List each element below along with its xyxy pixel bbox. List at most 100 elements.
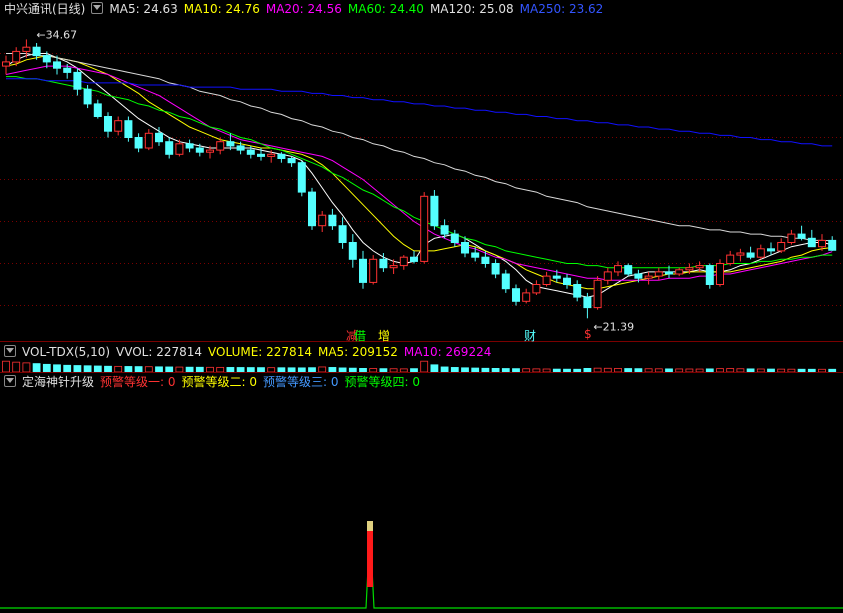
signal-bar bbox=[367, 531, 373, 587]
volume-bar bbox=[53, 364, 61, 372]
candle-body bbox=[297, 162, 306, 193]
ma120-label: MA120: 25.08 bbox=[429, 2, 514, 16]
ma20-label: MA20: 24.56 bbox=[265, 2, 342, 16]
candle-body bbox=[53, 61, 61, 69]
marker-dollar[interactable]: $ bbox=[584, 327, 592, 341]
candle-body bbox=[83, 88, 92, 105]
candle-body bbox=[573, 284, 582, 298]
candle-body bbox=[134, 137, 143, 149]
indicator-title: 定海神针升级 bbox=[22, 375, 95, 389]
candle-body bbox=[501, 273, 510, 290]
candle-body bbox=[195, 147, 204, 153]
panel-divider bbox=[0, 341, 843, 342]
volume-bar bbox=[42, 363, 51, 372]
candle-body bbox=[603, 271, 612, 281]
candle-body bbox=[359, 258, 367, 283]
main-legend: 中兴通讯(日线) MA5: 24.63 MA10: 24.76 MA20: 24.56… bbox=[4, 1, 609, 17]
candle-body bbox=[236, 145, 245, 151]
candle-body bbox=[389, 265, 398, 269]
candle-body bbox=[124, 120, 133, 138]
candle-body bbox=[165, 141, 174, 155]
candle-body bbox=[226, 141, 235, 147]
candle-body bbox=[257, 153, 265, 157]
indicator-legend: 定海神针升级 预警等级一: 0 预警等级二: 0 预警等级三: 0 预警等级四: 0 bbox=[4, 374, 426, 390]
candle-body bbox=[63, 67, 72, 73]
candle-body bbox=[818, 239, 826, 248]
candle-body bbox=[563, 277, 571, 286]
candle-body bbox=[807, 237, 816, 248]
candle-body bbox=[32, 46, 41, 57]
marker-jie[interactable]: 借 bbox=[354, 327, 366, 344]
candle-body bbox=[338, 225, 347, 243]
ma-line-ma5 bbox=[5, 53, 833, 298]
candle-body bbox=[308, 191, 316, 227]
candle-body bbox=[756, 248, 765, 258]
panel-divider bbox=[0, 372, 843, 373]
vvol-label: VVOL: 227814 bbox=[116, 345, 203, 359]
marker-zeng[interactable]: 增 bbox=[378, 327, 390, 344]
candle-body bbox=[522, 292, 531, 302]
candle-body bbox=[430, 195, 439, 227]
candle-body bbox=[185, 143, 194, 149]
candle-body bbox=[644, 275, 653, 279]
volume-bar bbox=[32, 363, 41, 372]
dropdown-icon[interactable] bbox=[4, 375, 16, 387]
signal-line bbox=[0, 528, 843, 609]
ma-line-ma120 bbox=[6, 53, 833, 242]
candle-body bbox=[542, 275, 551, 286]
candle-body bbox=[246, 149, 255, 155]
candle-body bbox=[532, 284, 541, 294]
candle-body bbox=[114, 120, 123, 132]
stock-name: 中兴通讯(日线) bbox=[4, 2, 86, 16]
candle-body bbox=[287, 158, 296, 164]
candle-body bbox=[42, 55, 51, 63]
volume-legend: VOL-TDX(5,10) VVOL: 227814 VOLUME: 227814 M… bbox=[4, 344, 497, 360]
candle-body bbox=[797, 233, 806, 239]
candle-body bbox=[461, 242, 469, 254]
candle-body bbox=[705, 265, 714, 286]
indicator-chart[interactable] bbox=[0, 391, 843, 611]
candle-body bbox=[481, 256, 490, 264]
signal-cap bbox=[367, 521, 373, 531]
high-price-label: ←34.67 bbox=[36, 28, 77, 41]
candle-body bbox=[2, 61, 10, 67]
candle-body bbox=[512, 288, 520, 302]
candle-body bbox=[22, 46, 31, 52]
candle-body bbox=[328, 214, 337, 227]
candlestick-chart[interactable]: ←34.67 ←21.39 bbox=[0, 16, 843, 343]
candle-body bbox=[175, 143, 184, 155]
ma-line-ma60 bbox=[6, 76, 833, 269]
volume-chart[interactable] bbox=[0, 360, 843, 372]
candle-body bbox=[614, 265, 622, 273]
ma250-label: MA250: 23.62 bbox=[519, 2, 604, 16]
candle-body bbox=[348, 242, 357, 260]
warning-level-1: 预警等级一: 0 bbox=[100, 375, 176, 389]
candle-body bbox=[716, 263, 724, 285]
volume-bar bbox=[430, 364, 439, 372]
candle-body bbox=[93, 103, 102, 118]
dropdown-icon[interactable] bbox=[91, 2, 104, 14]
ma5-label: MA5: 24.63 bbox=[109, 2, 178, 16]
candle-body bbox=[12, 50, 21, 63]
candle-body bbox=[787, 233, 796, 244]
dropdown-icon[interactable] bbox=[4, 345, 16, 357]
candle-body bbox=[777, 242, 786, 252]
candle-body bbox=[665, 271, 673, 275]
candle-body bbox=[144, 132, 153, 149]
warning-level-3: 预警等级三: 0 bbox=[263, 375, 339, 389]
volume-bar bbox=[12, 361, 21, 372]
candle-body bbox=[104, 116, 112, 132]
candle-body bbox=[624, 265, 633, 275]
candle-body bbox=[767, 248, 775, 252]
marker-cai[interactable]: 财 bbox=[524, 327, 536, 344]
candle-body bbox=[471, 252, 480, 258]
candle-body bbox=[420, 195, 429, 262]
candle-body bbox=[410, 256, 418, 262]
candle-body bbox=[654, 271, 663, 277]
candle-body bbox=[675, 269, 684, 275]
volume-bar bbox=[420, 360, 429, 372]
candle-body bbox=[746, 252, 755, 258]
volume-bar bbox=[22, 362, 31, 372]
candle-body bbox=[216, 141, 225, 151]
candle-body bbox=[379, 258, 388, 269]
